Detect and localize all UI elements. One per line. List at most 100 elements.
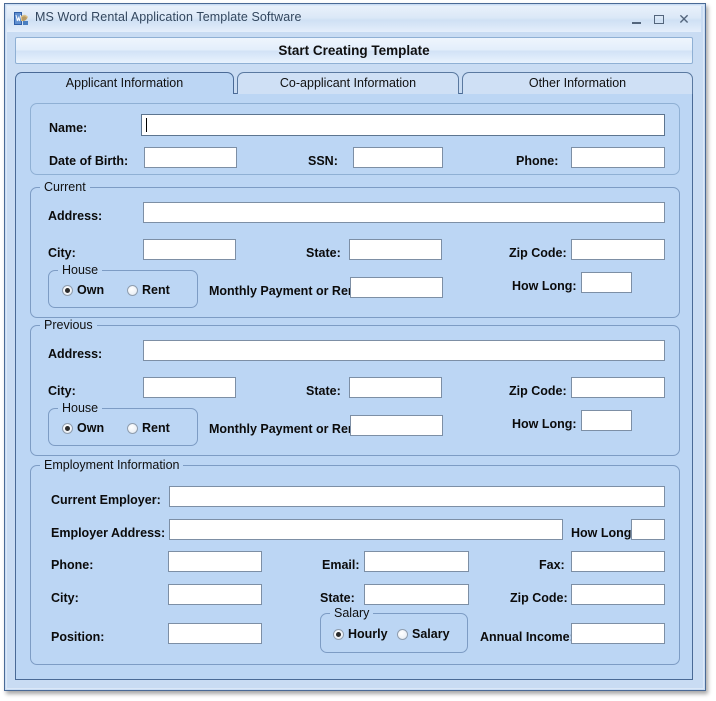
previous-house-group: House Own Rent [48,401,198,446]
ssn-input[interactable] [353,147,443,168]
employer-address-input[interactable] [169,519,563,540]
date-of-birth-input[interactable] [144,147,237,168]
employment-city-label: City: [51,591,79,605]
current-monthly-payment-label: Monthly Payment or Rent: [209,284,364,298]
current-address-label: Address: [48,209,103,223]
employment-zip-label: Zip Code: [510,591,568,605]
previous-house-own-radio[interactable]: Own [62,421,104,435]
radio-unchecked-icon [397,628,408,640]
previous-monthly-payment-label: Monthly Payment or Rent: [209,422,364,436]
ssn-label: SSN: [308,154,338,168]
previous-city-label: City: [48,384,76,398]
current-monthly-payment-input[interactable] [350,277,443,298]
employment-fax-input[interactable] [571,551,665,572]
previous-address-label: Address: [48,347,103,361]
employment-group-label: Employment Information [40,458,184,472]
tab-applicant-information[interactable]: Applicant Information [15,72,234,94]
previous-how-long-label: How Long: [512,417,577,431]
previous-zip-input[interactable] [571,377,665,398]
minimize-button[interactable] [627,10,645,28]
current-house-group: House Own Rent [48,263,198,308]
maximize-button[interactable] [650,10,668,28]
employment-how-long-label: How Long: [571,526,636,540]
name-input[interactable] [141,114,665,136]
tab-strip: Applicant Information Co-applicant Infor… [15,72,693,94]
current-group-label: Current [40,180,90,194]
employment-fax-label: Fax: [539,558,565,572]
current-zip-input[interactable] [571,239,665,260]
employment-state-label: State: [320,591,355,605]
salary-salary-radio[interactable]: Salary [397,627,450,641]
previous-state-input[interactable] [349,377,442,398]
current-address-input[interactable] [143,202,665,223]
text-caret [146,118,147,132]
previous-residence-group: Previous Address: City: State: Zip Code:… [30,318,680,456]
current-city-label: City: [48,246,76,260]
previous-house-rent-label: Rent [142,421,170,435]
employment-how-long-input[interactable] [631,519,665,540]
employment-phone-label: Phone: [51,558,94,572]
current-employer-label: Current Employer: [51,493,161,507]
previous-state-label: State: [306,384,341,398]
radio-unchecked-icon [127,422,138,434]
tab-co-applicant-information[interactable]: Co-applicant Information [237,72,459,94]
employer-address-label: Employer Address: [51,526,166,540]
previous-monthly-payment-input[interactable] [350,415,443,436]
previous-house-rent-radio[interactable]: Rent [127,421,170,435]
employment-email-label: Email: [322,558,360,572]
current-zip-label: Zip Code: [509,246,567,260]
close-button[interactable]: ✕ [675,10,693,28]
current-city-input[interactable] [143,239,236,260]
annual-income-label: Annual Income: [480,630,574,644]
salary-hourly-label: Hourly [348,627,388,641]
tab-page-applicant-information: Name: Date of Birth: SSN: Phone: Current… [15,93,693,680]
previous-group-label: Previous [40,318,97,332]
personal-information-panel: Name: Date of Birth: SSN: Phone: [30,103,680,175]
salary-group-label: Salary [330,606,374,620]
minimize-icon [631,22,641,24]
employment-information-group: Employment Information Current Employer:… [30,458,680,665]
window-title: MS Word Rental Application Template Soft… [35,10,302,24]
radio-checked-icon [62,422,73,434]
previous-house-group-label: House [58,401,103,415]
previous-zip-label: Zip Code: [509,384,567,398]
phone-input[interactable] [571,147,665,168]
client-area: Start Creating Template Applicant Inform… [7,32,701,686]
radio-checked-icon [62,284,73,296]
current-residence-group: Current Address: City: State: Zip Code: … [30,180,680,318]
maximize-icon [654,15,664,24]
app-icon [14,12,28,25]
salary-salary-label: Salary [412,627,450,641]
name-label: Name: [49,121,88,135]
previous-address-input[interactable] [143,340,665,361]
start-creating-template-button[interactable]: Start Creating Template [15,37,693,64]
tab-other-information[interactable]: Other Information [462,72,693,94]
phone-label: Phone: [516,154,559,168]
date-of-birth-label: Date of Birth: [49,154,129,168]
current-house-rent-label: Rent [142,283,170,297]
position-input[interactable] [168,623,262,644]
employment-phone-input[interactable] [168,551,262,572]
salary-hourly-radio[interactable]: Hourly [333,627,388,641]
employment-state-input[interactable] [364,584,469,605]
current-house-own-label: Own [77,283,105,297]
current-state-input[interactable] [349,239,442,260]
previous-house-own-label: Own [77,421,105,435]
previous-city-input[interactable] [143,377,236,398]
title-bar[interactable]: MS Word Rental Application Template Soft… [7,6,701,32]
salary-type-group: Salary Hourly Salary [320,606,468,653]
employment-email-input[interactable] [364,551,469,572]
annual-income-input[interactable] [571,623,665,644]
employment-zip-input[interactable] [571,584,665,605]
radio-checked-icon [333,628,344,640]
current-house-own-radio[interactable]: Own [62,283,104,297]
current-how-long-input[interactable] [581,272,632,293]
radio-unchecked-icon [127,284,138,296]
position-label: Position: [51,630,105,644]
current-house-group-label: House [58,263,103,277]
current-state-label: State: [306,246,341,260]
employment-city-input[interactable] [168,584,262,605]
current-employer-input[interactable] [169,486,665,507]
previous-how-long-input[interactable] [581,410,632,431]
current-house-rent-radio[interactable]: Rent [127,283,170,297]
